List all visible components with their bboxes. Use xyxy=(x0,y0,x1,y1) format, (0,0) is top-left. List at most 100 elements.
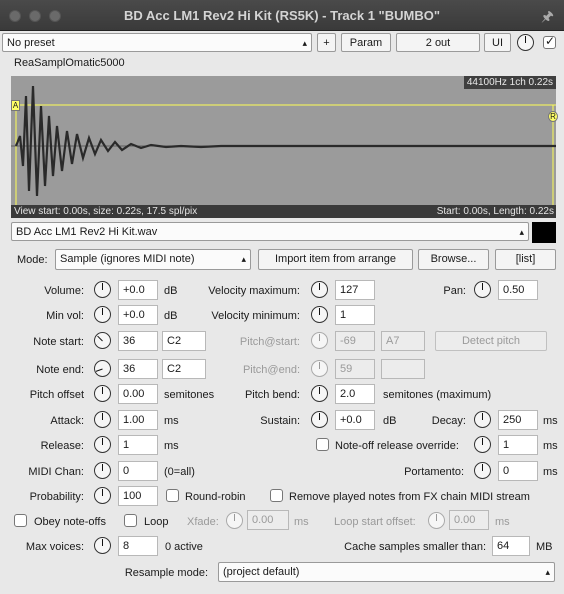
mode-label: Mode: xyxy=(17,254,48,266)
vel-min-field[interactable]: 1 xyxy=(335,305,375,325)
remove-played-checkbox[interactable] xyxy=(270,489,283,502)
xfade-field[interactable]: 0.00 xyxy=(247,510,289,530)
pin-icon[interactable]: 🖈 xyxy=(541,6,554,30)
release-marker[interactable]: R xyxy=(548,111,558,122)
volume-unit: dB xyxy=(164,285,178,297)
vel-min-label: Velocity minimum: xyxy=(211,310,300,322)
max-voices-label: Max voices: xyxy=(25,541,84,553)
vel-max-knob[interactable] xyxy=(311,281,328,298)
vel-max-field[interactable]: 127 xyxy=(335,280,375,300)
color-swatch[interactable] xyxy=(532,222,556,243)
sustain-knob[interactable] xyxy=(311,411,328,428)
waveform-display[interactable]: 44100Hz 1ch 0.22s A R View start: 0.00s,… xyxy=(11,76,558,218)
waveform-footer: View start: 0.00s, size: 0.22s, 17.5 spl… xyxy=(11,205,556,218)
pitch-offset-field[interactable]: 0.00 xyxy=(118,384,158,404)
list-button[interactable]: [list] xyxy=(495,249,556,270)
max-voices-field[interactable]: 8 xyxy=(118,536,158,556)
pitch-start-field[interactable]: -69 xyxy=(335,331,375,351)
add-preset-button[interactable]: + xyxy=(317,33,336,52)
attack-marker[interactable]: A xyxy=(11,100,20,111)
loop-start-unit: ms xyxy=(495,516,510,528)
release-unit: ms xyxy=(164,440,179,452)
attack-knob[interactable] xyxy=(94,411,111,428)
noteoff-knob[interactable] xyxy=(474,436,491,453)
io-button[interactable]: 2 out xyxy=(396,33,480,52)
param-button[interactable]: Param xyxy=(341,33,391,52)
resample-dropdown[interactable]: (project default) ▴ xyxy=(218,562,555,582)
sustain-field[interactable]: +0.0 xyxy=(335,410,375,430)
bypass-checkbox[interactable]: ✓ xyxy=(543,34,556,49)
pitch-start-knob[interactable] xyxy=(311,332,328,349)
start-length-info: Start: 0.00s, Length: 0.22s xyxy=(436,206,554,217)
import-item-button[interactable]: Import item from arrange xyxy=(258,249,413,270)
pan-knob[interactable] xyxy=(474,281,491,298)
loop-start-knob[interactable] xyxy=(428,512,445,529)
attack-field[interactable]: 1.00 xyxy=(118,410,158,430)
vel-min-knob[interactable] xyxy=(311,306,328,323)
max-voices-knob[interactable] xyxy=(94,537,111,554)
loop-checkbox[interactable] xyxy=(124,514,137,527)
pitch-bend-knob[interactable] xyxy=(311,385,328,402)
mode-dropdown[interactable]: Sample (ignores MIDI note) ▴ xyxy=(55,249,251,270)
view-info: View start: 0.00s, size: 0.22s, 17.5 spl… xyxy=(14,206,198,217)
portamento-field[interactable]: 0 xyxy=(498,461,538,481)
cache-label: Cache samples smaller than: xyxy=(344,541,486,553)
cache-field[interactable]: 64 xyxy=(492,536,530,556)
noteoff-override-label: Note-off release override: xyxy=(335,440,459,452)
min-vol-label: Min vol: xyxy=(46,310,84,322)
decay-knob[interactable] xyxy=(474,411,491,428)
volume-knob[interactable] xyxy=(94,281,111,298)
obey-noteoffs-checkbox[interactable] xyxy=(14,514,27,527)
volume-label: Volume: xyxy=(44,285,84,297)
browse-button[interactable]: Browse... xyxy=(418,249,489,270)
remove-played-label: Remove played notes from FX chain MIDI s… xyxy=(289,491,530,503)
decay-unit: ms xyxy=(543,415,558,427)
release-knob[interactable] xyxy=(94,436,111,453)
pitch-start-note-field[interactable]: A7 xyxy=(381,331,425,351)
pitch-end-label: Pitch@end: xyxy=(242,364,300,376)
vel-max-label: Velocity maximum: xyxy=(208,285,300,297)
loop-start-field[interactable]: 0.00 xyxy=(449,510,489,530)
pitch-start-label: Pitch@start: xyxy=(239,336,300,348)
noteoff-override-checkbox[interactable] xyxy=(316,438,329,451)
active-voices: 0 active xyxy=(165,541,203,553)
pan-field[interactable]: 0.50 xyxy=(498,280,538,300)
note-end-field[interactable]: 36 xyxy=(118,359,158,379)
pitch-offset-knob[interactable] xyxy=(94,385,111,402)
pitch-end-field[interactable]: 59 xyxy=(335,359,375,379)
probability-field[interactable]: 100 xyxy=(118,486,158,506)
preset-dropdown[interactable]: No preset ▴ xyxy=(2,33,312,52)
probability-knob[interactable] xyxy=(94,487,111,504)
check-icon: ✓ xyxy=(545,34,556,48)
min-vol-knob[interactable] xyxy=(94,306,111,323)
xfade-knob[interactable] xyxy=(226,512,243,529)
chevron-updown-icon: ▴ xyxy=(241,254,246,264)
attack-label: Attack: xyxy=(50,415,84,427)
decay-field[interactable]: 250 xyxy=(498,410,538,430)
decay-label: Decay: xyxy=(431,415,466,427)
xfade-unit: ms xyxy=(294,516,309,528)
midi-chan-knob[interactable] xyxy=(94,462,111,479)
portamento-knob[interactable] xyxy=(474,462,491,479)
pitch-bend-field[interactable]: 2.0 xyxy=(335,384,375,404)
wet-knob[interactable] xyxy=(517,34,534,51)
pitch-end-note-field[interactable] xyxy=(381,359,425,379)
min-vol-field[interactable]: +0.0 xyxy=(118,305,158,325)
pitch-end-knob[interactable] xyxy=(311,360,328,377)
file-dropdown[interactable]: BD Acc LM1 Rev2 Hi Kit.wav ▴ xyxy=(11,222,529,241)
volume-field[interactable]: +0.0 xyxy=(118,280,158,300)
waveform-info: 44100Hz 1ch 0.22s xyxy=(463,76,556,89)
waveform-graphic xyxy=(11,85,556,205)
note-start-field[interactable]: 36 xyxy=(118,331,158,351)
sustain-unit: dB xyxy=(383,415,397,427)
noteoff-field[interactable]: 1 xyxy=(498,435,538,455)
detect-pitch-button[interactable]: Detect pitch xyxy=(435,331,547,351)
ui-button[interactable]: UI xyxy=(484,33,511,52)
round-robin-checkbox[interactable] xyxy=(166,489,179,502)
midi-chan-field[interactable]: 0 xyxy=(118,461,158,481)
note-start-knob[interactable] xyxy=(94,332,111,349)
note-end-knob[interactable] xyxy=(94,360,111,377)
chevron-updown-icon: ▴ xyxy=(519,227,524,237)
loop-label: Loop xyxy=(144,516,169,528)
release-field[interactable]: 1 xyxy=(118,435,158,455)
